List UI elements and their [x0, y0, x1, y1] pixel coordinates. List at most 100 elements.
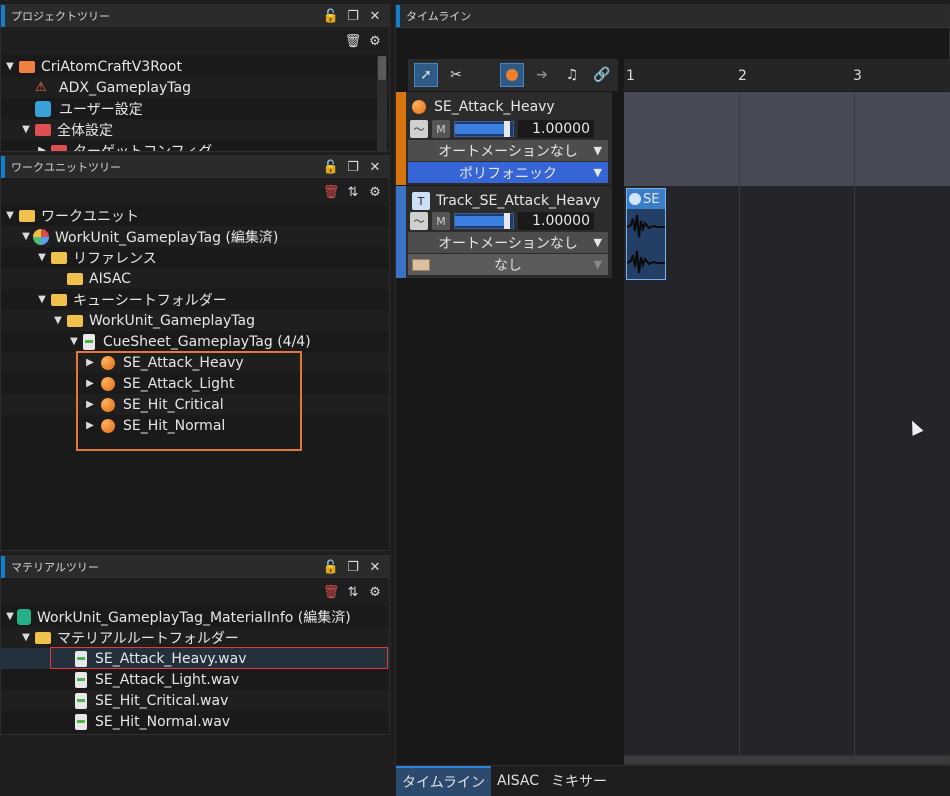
- tree-item-root[interactable]: ▼ CriAtomCraftV3Root: [1, 56, 389, 77]
- folder-icon: [51, 251, 67, 264]
- tree-item-workunit-folder[interactable]: ▼ WorkUnit_GameplayTag: [1, 310, 389, 331]
- tree-item-label: SE_Hit_Critical.wav: [95, 692, 229, 709]
- lock-icon[interactable]: 🔓: [323, 559, 339, 575]
- close-icon[interactable]: ✕: [367, 159, 383, 175]
- expand-icon[interactable]: ▼: [21, 124, 31, 135]
- material-tree-panel: マテリアルツリー 🔓 ❐ ✕ 🗑 ⇅ ⚙ ▼ WorkUnit_Gameplay…: [0, 555, 390, 735]
- cue-mode-icon[interactable]: [500, 63, 524, 87]
- automation-dropdown[interactable]: オートメーションなし ▼: [408, 232, 608, 253]
- tree-item-user-settings[interactable]: ユーザー設定: [1, 98, 389, 119]
- automation-dropdown[interactable]: オートメーションなし ▼: [408, 140, 608, 161]
- sort-icon[interactable]: ⇅: [345, 584, 361, 600]
- tab-mixer[interactable]: ミキサー: [545, 767, 613, 795]
- close-icon[interactable]: ✕: [367, 8, 383, 24]
- tree-item-workunit[interactable]: ▼ WorkUnit_GameplayTag (編集済): [1, 226, 389, 247]
- restore-icon[interactable]: ❐: [345, 8, 361, 24]
- waveform-toggle-icon[interactable]: 〜: [410, 120, 428, 138]
- link-icon[interactable]: 🔗: [590, 63, 614, 87]
- arrow-mode-icon[interactable]: ➔: [530, 63, 554, 87]
- tree-item-material-root[interactable]: ▼ マテリアルルートフォルダー: [1, 627, 389, 648]
- restore-icon[interactable]: ❐: [345, 559, 361, 575]
- tree-item-cuesheet-folder[interactable]: ▼ キューシートフォルダー: [1, 289, 389, 310]
- gear-icon[interactable]: ⚙: [367, 184, 383, 200]
- workunit-tree-title: ワークユニットツリー: [11, 161, 121, 174]
- timeline-toolbar: ➚ ✂ ➔ ♫ 🔗: [408, 59, 618, 91]
- tree-item-material-workunit[interactable]: ▼ WorkUnit_GameplayTag_MaterialInfo (編集済…: [1, 606, 389, 627]
- timeline-horizontal-scrollbar[interactable]: [624, 755, 950, 765]
- waveform-toggle-icon[interactable]: 〜: [410, 212, 428, 230]
- dropdown-label: ポリフォニック: [459, 165, 557, 182]
- tree-item-label: ユーザー設定: [59, 101, 143, 118]
- mute-button[interactable]: M: [432, 212, 450, 230]
- folder-icon: [67, 272, 83, 285]
- gear-icon[interactable]: ⚙: [367, 33, 383, 49]
- adx-icon: ⚠: [35, 79, 47, 95]
- cuesheet-icon: [83, 333, 95, 350]
- cues-highlight-box: [76, 351, 302, 451]
- track-option-dropdown[interactable]: なし ▼: [408, 254, 608, 275]
- dropdown-label: オートメーションなし: [438, 235, 578, 252]
- expand-icon[interactable]: ▶: [37, 145, 47, 151]
- tree-item-reference[interactable]: ▼ リファレンス: [1, 247, 389, 268]
- track-header[interactable]: T Track_SE_Attack_Heavy 〜 M 1.00000 オートメ…: [396, 186, 612, 278]
- timeline-canvas[interactable]: SE: [624, 92, 950, 755]
- expand-icon[interactable]: ▼: [21, 632, 31, 643]
- expand-icon[interactable]: ▼: [53, 315, 63, 326]
- waveform-block[interactable]: SE: [626, 188, 666, 280]
- music-note-icon[interactable]: ♫: [560, 63, 584, 87]
- tree-item-global-settings[interactable]: ▼ 全体設定: [1, 119, 389, 140]
- tree-item-target-config[interactable]: ▶ ターゲットコンフィグ: [1, 140, 389, 151]
- project-tree-titlebar: プロジェクトツリー 🔓 ❐ ✕: [1, 5, 389, 28]
- tree-item-adx[interactable]: ⚠ ADX_GameplayTag: [1, 77, 389, 98]
- bottom-tab-bar: タイムライン AISAC ミキサー: [396, 765, 950, 796]
- expand-icon[interactable]: ▼: [5, 611, 15, 622]
- lock-icon[interactable]: 🔓: [323, 159, 339, 175]
- expand-icon[interactable]: ▼: [37, 252, 47, 263]
- trash-icon[interactable]: 🗑: [345, 33, 362, 49]
- tab-aisac[interactable]: AISAC: [491, 769, 545, 793]
- lock-icon[interactable]: 🔓: [323, 8, 339, 24]
- workunit-tree-toolbar: 🗑 ⇅ ⚙: [1, 178, 389, 206]
- close-icon[interactable]: ✕: [367, 559, 383, 575]
- material-tree-toolbar: 🗑 ⇅ ⚙: [1, 578, 389, 606]
- expand-icon[interactable]: ▼: [69, 336, 79, 347]
- expand-icon[interactable]: ▼: [5, 210, 15, 221]
- waveform-label: SE: [643, 191, 660, 207]
- sort-icon[interactable]: ⇅: [345, 184, 361, 200]
- tree-item-cuesheet[interactable]: ▼ CueSheet_GameplayTag (4/4): [1, 331, 389, 352]
- tree-item-label: SE_Hit_Normal.wav: [95, 713, 231, 730]
- tree-item-material[interactable]: SE_Hit_Normal.wav: [1, 711, 389, 732]
- cut-tool-icon[interactable]: ✂: [444, 63, 468, 87]
- tree-item-material[interactable]: SE_Hit_Critical.wav: [1, 690, 389, 711]
- material-tree-title: マテリアルツリー: [11, 561, 99, 574]
- expand-icon[interactable]: ▼: [21, 231, 31, 242]
- project-tree-scrollbar[interactable]: [377, 56, 387, 151]
- tree-item-workunits[interactable]: ▼ ワークユニット: [1, 205, 389, 226]
- expand-icon[interactable]: ▼: [5, 61, 15, 72]
- gear-icon[interactable]: ⚙: [367, 584, 383, 600]
- cue-icon: [412, 100, 426, 114]
- tree-item-material[interactable]: SE_Attack_Light.wav: [1, 669, 389, 690]
- folder-icon: [51, 293, 67, 306]
- pointer-tool-icon[interactable]: ➚: [414, 63, 438, 87]
- folder-icon: [35, 123, 51, 136]
- tree-item-label: SE_Attack_Light.wav: [95, 671, 240, 688]
- volume-slider-knob[interactable]: [504, 213, 511, 229]
- volume-slider[interactable]: [454, 213, 514, 229]
- expand-icon[interactable]: ▼: [37, 294, 47, 305]
- volume-slider-knob[interactable]: [504, 121, 511, 137]
- cue-name-row: SE_Attack_Heavy: [412, 96, 555, 118]
- volume-value[interactable]: 1.00000: [518, 212, 594, 230]
- play-mode-dropdown[interactable]: ポリフォニック ▼: [408, 162, 608, 183]
- trash-icon[interactable]: 🗑: [323, 584, 340, 600]
- cue-volume-row: 〜 M 1.00000: [410, 118, 594, 140]
- tree-item-aisac[interactable]: AISAC: [1, 268, 389, 289]
- cue-track-header[interactable]: SE_Attack_Heavy 〜 M 1.00000 オートメーションなし ▼…: [396, 92, 612, 185]
- restore-icon[interactable]: ❐: [345, 159, 361, 175]
- volume-slider[interactable]: [454, 121, 514, 137]
- mute-button[interactable]: M: [432, 120, 450, 138]
- workunit-icon: [33, 228, 49, 245]
- volume-value[interactable]: 1.00000: [518, 120, 594, 138]
- trash-icon[interactable]: 🗑: [323, 184, 340, 200]
- tab-timeline[interactable]: タイムライン: [396, 765, 492, 796]
